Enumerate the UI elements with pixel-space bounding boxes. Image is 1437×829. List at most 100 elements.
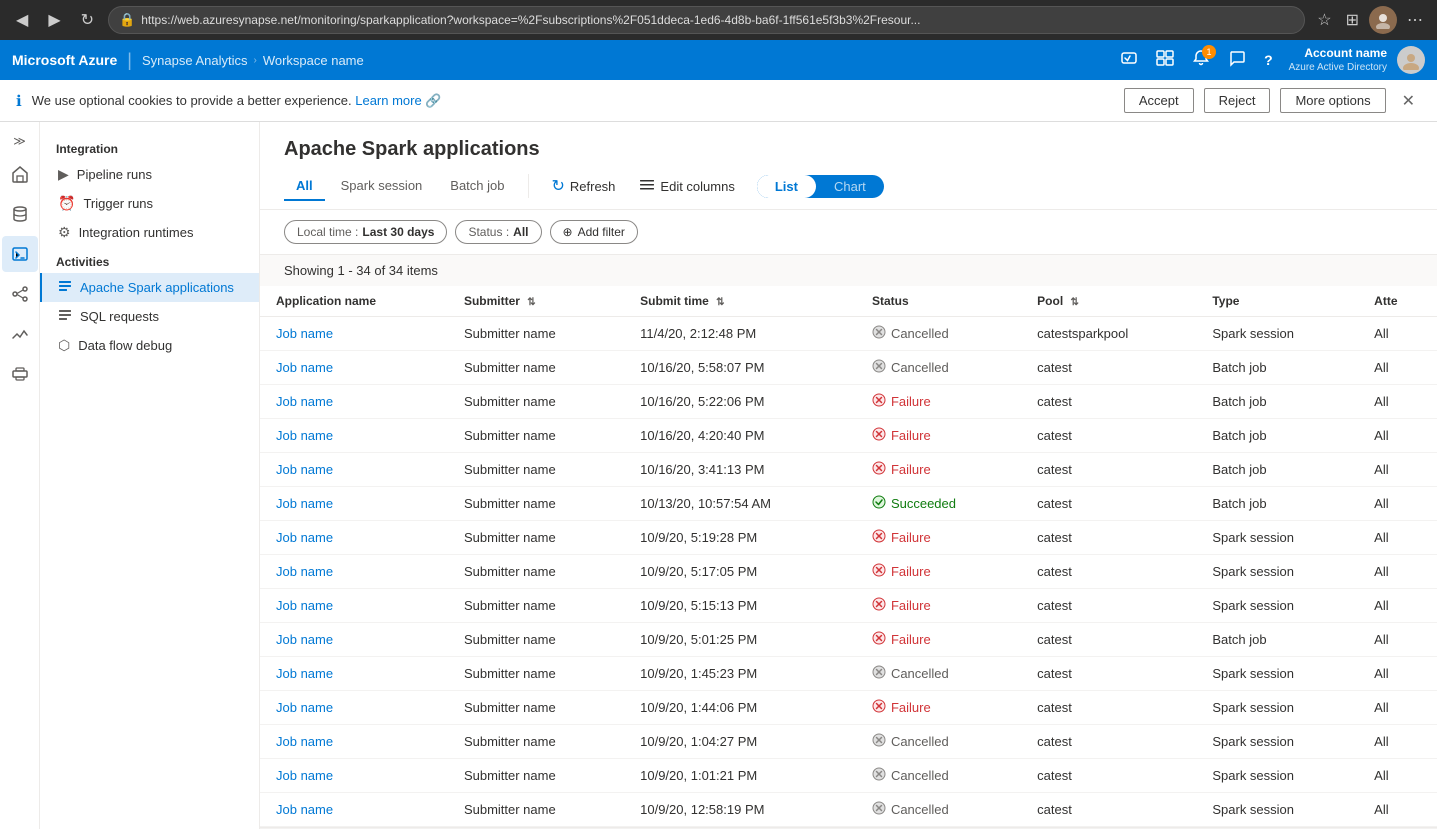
sql-requests-label: SQL requests <box>80 309 159 324</box>
cell-submit-time: 10/9/20, 5:19:28 PM <box>624 521 856 555</box>
job-link[interactable]: Job name <box>276 530 333 545</box>
status-text: Failure <box>891 598 931 613</box>
refresh-button[interactable]: ↻ Refresh <box>541 171 625 201</box>
sidebar-icon-strip: ≫ <box>0 122 40 829</box>
more-options-button[interactable]: More options <box>1280 88 1385 113</box>
tab-spark-session[interactable]: Spark session <box>329 172 435 201</box>
integrate-icon-button[interactable] <box>2 276 38 312</box>
close-banner-button[interactable]: ✕ <box>1396 89 1421 113</box>
status-text: Cancelled <box>891 734 949 749</box>
chart-view-button[interactable]: Chart <box>816 175 884 198</box>
data-icon-button[interactable] <box>2 196 38 232</box>
add-filter-button[interactable]: ⊕ Add filter <box>550 220 638 244</box>
sidebar-item-integration-runtimes[interactable]: ⚙ Integration runtimes <box>40 218 259 247</box>
edit-columns-button[interactable]: Edit columns <box>629 172 744 201</box>
cell-attempts: All <box>1358 351 1437 385</box>
job-link[interactable]: Job name <box>276 462 333 477</box>
cell-submitter: Submitter name <box>448 759 624 793</box>
cell-app-name: Job name <box>260 725 448 759</box>
address-bar[interactable]: 🔒 https://web.azuresynapse.net/monitorin… <box>108 6 1305 34</box>
forward-button[interactable]: ▶ <box>42 6 66 34</box>
col-pool[interactable]: Pool ⇅ <box>1021 286 1196 317</box>
job-link[interactable]: Job name <box>276 734 333 749</box>
status-text: Failure <box>891 632 931 647</box>
cell-pool: catest <box>1021 623 1196 657</box>
reject-button[interactable]: Reject <box>1204 88 1271 113</box>
cell-pool: catest <box>1021 487 1196 521</box>
job-link[interactable]: Job name <box>276 564 333 579</box>
breadcrumb-workspace[interactable]: Workspace name <box>263 53 364 68</box>
job-link[interactable]: Job name <box>276 598 333 613</box>
job-link[interactable]: Job name <box>276 326 333 341</box>
sidebar-item-trigger-runs[interactable]: ⏰ Trigger runs <box>40 189 259 218</box>
feedback-button[interactable] <box>1222 45 1252 76</box>
menu-button[interactable]: ⋯ <box>1403 6 1427 34</box>
sidebar-item-data-flow-debug[interactable]: ⬡ Data flow debug <box>40 331 259 360</box>
home-icon-button[interactable] <box>2 156 38 192</box>
time-filter-pill[interactable]: Local time : Last 30 days <box>284 220 447 244</box>
add-filter-icon: ⊕ <box>563 225 573 239</box>
accept-button[interactable]: Accept <box>1124 88 1194 113</box>
azure-logo: Microsoft Azure <box>12 52 117 68</box>
job-link[interactable]: Job name <box>276 768 333 783</box>
refresh-button[interactable]: ↻ <box>75 6 100 34</box>
tab-all[interactable]: All <box>284 172 325 201</box>
cell-submit-time: 10/9/20, 1:45:23 PM <box>624 657 856 691</box>
cell-type: Batch job <box>1196 385 1358 419</box>
table-header: Application name Submitter ⇅ Submit time… <box>260 286 1437 317</box>
col-submitter[interactable]: Submitter ⇅ <box>448 286 624 317</box>
status-icon <box>872 631 886 648</box>
job-link[interactable]: Job name <box>276 428 333 443</box>
status-filter-pill[interactable]: Status : All <box>455 220 541 244</box>
cell-submit-time: 10/9/20, 12:58:19 PM <box>624 793 856 827</box>
sidebar-item-sql-requests[interactable]: SQL requests <box>40 302 259 331</box>
job-link[interactable]: Job name <box>276 394 333 409</box>
pipeline-icon: ▶ <box>58 166 69 183</box>
list-view-button[interactable]: List <box>757 175 816 198</box>
tab-batch-job[interactable]: Batch job <box>438 172 516 201</box>
cell-attempts: All <box>1358 623 1437 657</box>
avatar[interactable] <box>1369 6 1397 34</box>
help-button[interactable]: ? <box>1258 48 1279 72</box>
job-link[interactable]: Job name <box>276 496 333 511</box>
table-body: Job name Submitter name 11/4/20, 2:12:48… <box>260 317 1437 827</box>
status-text: Failure <box>891 564 931 579</box>
portal-settings-button[interactable] <box>1150 45 1180 76</box>
job-link[interactable]: Job name <box>276 700 333 715</box>
job-link[interactable]: Job name <box>276 802 333 817</box>
bookmark-button[interactable]: ☆ <box>1313 6 1335 34</box>
cell-type: Batch job <box>1196 453 1358 487</box>
develop-icon-button[interactable] <box>2 236 38 272</box>
learn-more-link[interactable]: Learn more <box>355 93 421 108</box>
table-container[interactable]: Application name Submitter ⇅ Submit time… <box>260 286 1437 829</box>
cell-app-name: Job name <box>260 317 448 351</box>
user-avatar[interactable] <box>1397 46 1425 74</box>
status-text: Succeeded <box>891 496 956 511</box>
cell-pool: catest <box>1021 351 1196 385</box>
cell-type: Spark session <box>1196 521 1358 555</box>
expand-sidebar-button[interactable]: ≫ <box>9 130 30 152</box>
cell-type: Spark session <box>1196 657 1358 691</box>
cell-status: Cancelled <box>856 657 1021 691</box>
cell-status: Failure <box>856 419 1021 453</box>
cell-app-name: Job name <box>260 487 448 521</box>
back-button[interactable]: ◀ <box>10 6 34 34</box>
browser-actions: ☆ ⊞ ⋯ <box>1313 6 1427 34</box>
cell-app-name: Job name <box>260 419 448 453</box>
monitor-icon-button[interactable] <box>2 316 38 352</box>
main-content: Apache Spark applications All Spark sess… <box>260 122 1437 829</box>
cloud-shell-button[interactable] <box>1114 45 1144 76</box>
col-submit-time[interactable]: Submit time ⇅ <box>624 286 856 317</box>
job-link[interactable]: Job name <box>276 666 333 681</box>
job-link[interactable]: Job name <box>276 632 333 647</box>
cell-type: Spark session <box>1196 759 1358 793</box>
left-nav: Integration ▶ Pipeline runs ⏰ Trigger ru… <box>40 122 260 829</box>
job-link[interactable]: Job name <box>276 360 333 375</box>
sidebar-item-apache-spark[interactable]: Apache Spark applications <box>40 273 259 302</box>
notifications-button[interactable]: 1 <box>1186 45 1216 76</box>
breadcrumb-service[interactable]: Synapse Analytics <box>142 53 248 68</box>
sidebar-item-pipeline-runs[interactable]: ▶ Pipeline runs <box>40 160 259 189</box>
tab-grid-button[interactable]: ⊞ <box>1342 6 1363 34</box>
manage-icon-button[interactable] <box>2 356 38 392</box>
dataflow-icon: ⬡ <box>58 337 70 354</box>
